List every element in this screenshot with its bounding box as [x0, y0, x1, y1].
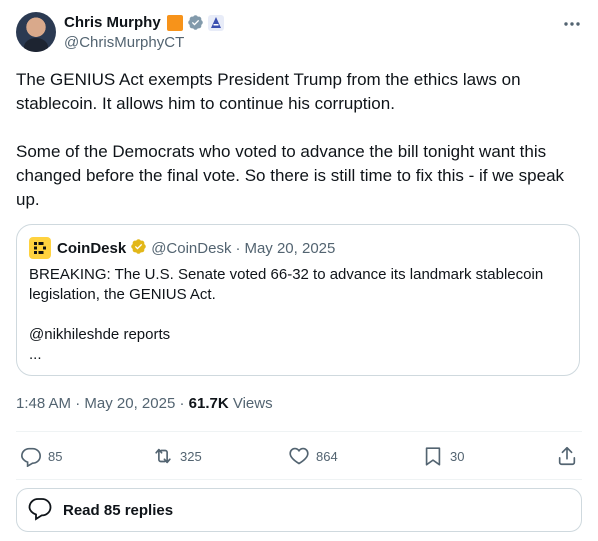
quote-author-name: CoinDesk: [57, 239, 127, 257]
reply-button[interactable]: 85: [20, 443, 62, 469]
tweet-text: The GENIUS Act exempts President Trump f…: [16, 70, 565, 209]
read-replies-label: Read 85 replies: [63, 501, 174, 519]
reply-count: 85: [48, 448, 63, 464]
action-bar: 85 325 864 30: [16, 443, 582, 469]
meta-separator: ·: [179, 395, 185, 412]
divider: [16, 431, 582, 432]
quote-date: May 20, 2025: [244, 239, 336, 257]
quote-text: BREAKING: The U.S. Senate voted 66-32 to…: [29, 266, 544, 363]
share-icon: [556, 445, 578, 467]
repost-count: 325: [180, 448, 202, 464]
quoted-tweet[interactable]: CoinDesk @CoinDesk · May 20, 2025 BREAKI…: [16, 224, 580, 376]
more-icon[interactable]: [562, 14, 582, 34]
read-replies-button[interactable]: Read 85 replies: [16, 488, 582, 532]
repost-button[interactable]: 325: [152, 443, 202, 469]
avatar[interactable]: [16, 12, 56, 52]
verified-icon[interactable]: [187, 14, 204, 31]
tweet-header: Chris Murphy @ChrisMurphyCT: [16, 12, 582, 56]
quote-header: CoinDesk @CoinDesk · May 20, 2025: [29, 237, 335, 259]
author-name[interactable]: Chris Murphy: [64, 14, 161, 31]
views-count: 61.7K: [188, 395, 229, 412]
bookmark-button[interactable]: 30: [422, 443, 464, 469]
conversation-icon: [27, 495, 53, 525]
quote-author-handle: @CoinDesk: [151, 239, 232, 257]
like-icon: [288, 445, 310, 467]
views-label: Views: [232, 395, 273, 412]
meta-separator: ·: [75, 395, 81, 412]
reply-icon: [20, 445, 42, 467]
gold-verified-icon: [130, 238, 147, 259]
tweet-meta: 1:48 AM · May 20, 2025 · 61.7K Views: [16, 395, 273, 412]
coindesk-logo-icon: [29, 237, 51, 259]
like-button[interactable]: 864: [288, 443, 338, 469]
quote-separator: ·: [235, 239, 241, 257]
bookmark-count: 30: [450, 448, 465, 464]
tweet-time[interactable]: 1:48 AM: [16, 395, 71, 412]
name-row: Chris Murphy: [64, 14, 224, 31]
bookmark-icon: [422, 445, 444, 467]
tweet-date[interactable]: May 20, 2025: [84, 395, 175, 412]
like-count: 864: [316, 448, 338, 464]
orange-square-icon: [166, 14, 183, 31]
author-handle[interactable]: @ChrisMurphyCT: [64, 34, 184, 51]
repost-icon: [152, 445, 174, 467]
share-button[interactable]: [556, 443, 578, 469]
divider: [16, 479, 582, 480]
affiliate-icon[interactable]: [207, 14, 224, 31]
